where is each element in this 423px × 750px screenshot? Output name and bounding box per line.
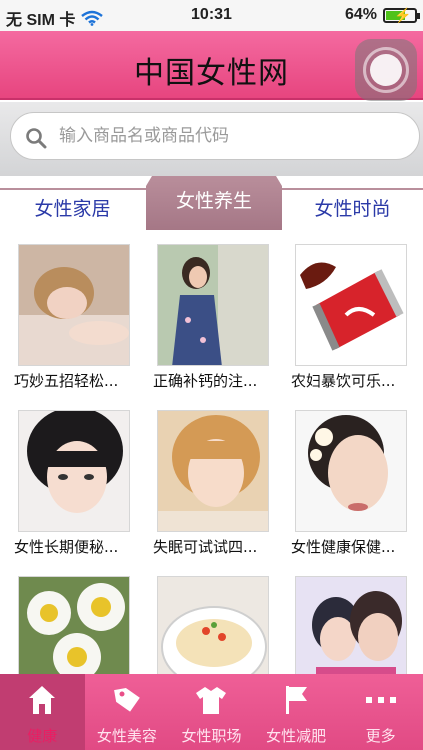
battery-percent: 64%	[344, 6, 377, 23]
article-card[interactable]: 女性健康保健...	[291, 398, 423, 558]
article-title: 巧妙五招轻松...	[14, 372, 119, 390]
article-title: 正确补钙的注...	[153, 372, 258, 390]
article-thumbnail	[157, 244, 269, 366]
bottom-tab-bar: 健康 女性美容 女性职场 女性减肥 更多	[0, 674, 423, 750]
battery-icon: ⚡	[383, 6, 420, 23]
article-card[interactable]: 失眠可试试四...	[153, 398, 285, 558]
search-icon	[26, 128, 47, 149]
nav-workplace[interactable]: 女性职场	[169, 674, 254, 750]
article-card[interactable]: 女性长期便秘...	[14, 398, 146, 558]
tab-fashion[interactable]: 女性时尚	[282, 192, 423, 226]
nav-label: 更多	[365, 727, 396, 745]
more-icon	[365, 697, 396, 703]
flag-icon	[286, 686, 308, 714]
article-title: 失眠可试试四...	[153, 538, 258, 556]
article-thumbnail	[18, 244, 130, 366]
tab-home-living[interactable]: 女性家居	[0, 192, 145, 226]
nav-label: 女性职场	[181, 727, 242, 745]
search-input[interactable]	[59, 113, 409, 159]
article-card[interactable]	[153, 564, 285, 674]
article-title: 农妇暴饮可乐...	[291, 372, 396, 390]
shirt-icon	[196, 687, 227, 714]
article-card[interactable]	[291, 564, 423, 674]
nav-label: 女性美容	[96, 727, 157, 745]
article-card[interactable]: 正确补钙的注...	[153, 232, 285, 392]
article-thumbnail	[295, 410, 407, 532]
search-bar	[0, 102, 423, 176]
article-title: 女性长期便秘...	[14, 538, 119, 556]
home-icon	[29, 686, 56, 714]
nav-beauty[interactable]: 女性美容	[85, 674, 170, 750]
article-thumbnail	[157, 410, 269, 532]
article-card[interactable]: 巧妙五招轻松...	[14, 232, 146, 392]
article-thumbnail	[18, 576, 130, 674]
tab-health-care[interactable]: 女性养生	[146, 176, 282, 230]
app-header: 中国女性网	[0, 31, 423, 101]
article-card[interactable]: 农妇暴饮可乐...	[291, 232, 423, 392]
article-thumbnail	[295, 244, 407, 366]
assistive-touch-button[interactable]	[355, 39, 417, 101]
article-grid: 巧妙五招轻松... 正确补钙的注... 农妇暴饮可乐... 女性长期便秘... …	[0, 232, 423, 674]
nav-label: 女性减肥	[266, 727, 327, 745]
article-title: 女性健康保健...	[291, 538, 396, 556]
article-card[interactable]	[14, 564, 146, 674]
nav-health[interactable]: 健康	[0, 674, 85, 750]
nav-weight-loss[interactable]: 女性减肥	[254, 674, 339, 750]
status-bar: 无 SIM 卡 10:31 64% ⚡	[0, 0, 423, 31]
search-box[interactable]	[10, 112, 420, 160]
nav-label: 健康	[27, 727, 58, 745]
tag-icon	[113, 688, 140, 712]
article-thumbnail	[157, 576, 269, 674]
charging-icon: ⚡	[394, 6, 412, 23]
article-thumbnail	[18, 410, 130, 532]
category-tabs: 女性家居 女性养生 女性时尚	[0, 176, 423, 232]
article-thumbnail	[295, 576, 407, 674]
nav-more[interactable]: 更多	[338, 674, 423, 750]
